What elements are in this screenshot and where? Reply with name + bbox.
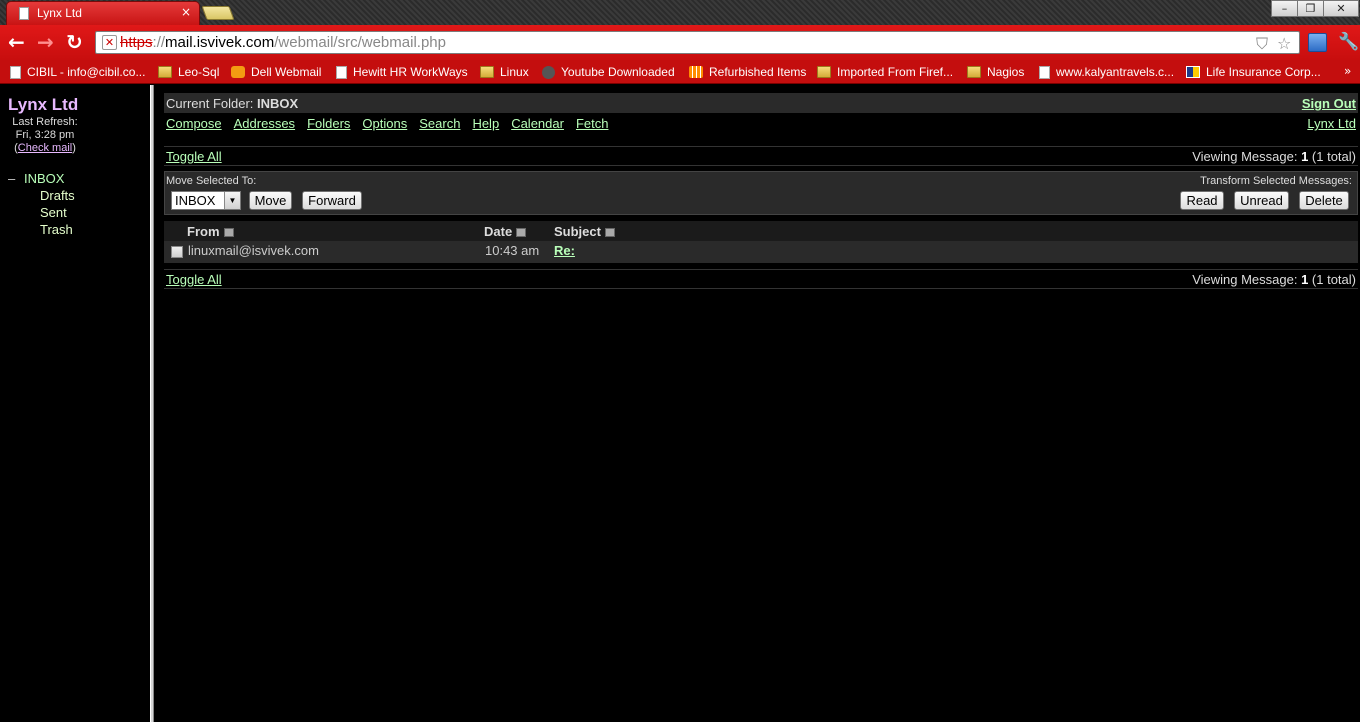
wrench-menu-icon[interactable]: 🔧 — [1338, 32, 1359, 52]
star-icon[interactable]: ☆ — [1277, 34, 1291, 53]
transform-selected-label: Transform Selected Messages: — [1200, 175, 1352, 187]
sign-out-link[interactable]: Sign Out — [1302, 96, 1356, 111]
org-link[interactable]: Lynx Ltd — [1307, 116, 1356, 131]
toggle-all-link[interactable]: Toggle All — [166, 272, 222, 287]
message-from: linuxmail@isvivek.com — [188, 243, 319, 258]
folder-icon — [480, 66, 494, 78]
menu-calendar[interactable]: Calendar — [511, 116, 564, 131]
address-bar[interactable]: ✕ https://mail.isvivek.com/webmail/src/w… — [95, 31, 1300, 54]
bookmark-item[interactable]: Hewitt HR WorkWays — [336, 63, 468, 81]
delete-button[interactable]: Delete — [1299, 191, 1349, 210]
collapse-toggle[interactable]: – — [8, 171, 24, 186]
menu-fetch[interactable]: Fetch — [576, 116, 609, 131]
move-button[interactable]: Move — [249, 191, 292, 210]
bookmark-item[interactable]: Youtube Downloaded — [542, 63, 675, 81]
viewing-message-info: Viewing Message: 1 (1 total) — [1192, 272, 1356, 287]
browser-tab[interactable]: Lynx Ltd × — [6, 1, 200, 25]
bookmark-item[interactable]: Imported From Firef... — [817, 63, 953, 81]
folder-item-trash[interactable]: Trash — [8, 222, 75, 239]
menu-addresses[interactable]: Addresses — [234, 116, 295, 131]
page-icon — [19, 7, 29, 20]
action-bar: Move Selected To: Transform Selected Mes… — [164, 171, 1358, 215]
bookmarks-bar: CIBIL - info@cibil.co... Leo-Sql Dell We… — [0, 60, 1360, 84]
folder-item-sent[interactable]: Sent — [8, 205, 75, 222]
insecure-lock-icon[interactable]: ✕ — [102, 35, 117, 50]
frame-divider[interactable] — [150, 85, 154, 722]
menu-options[interactable]: Options — [362, 116, 407, 131]
forward-arrow-icon[interactable]: → — [37, 31, 54, 53]
bookmark-item[interactable]: Leo-Sql — [158, 63, 219, 81]
bookmark-item[interactable]: Dell Webmail — [231, 63, 321, 81]
check-mail-link[interactable]: Check mail — [18, 142, 72, 154]
browser-toolbar: ← → ↻ ✕ https://mail.isvivek.com/webmail… — [0, 25, 1360, 60]
org-name: Lynx Ltd — [8, 95, 79, 114]
message-table: From Date Subject linuxmail@isvivek.com … — [164, 221, 1358, 263]
last-refresh-time: Fri, 3:28 pm — [15, 129, 75, 141]
bookmark-item[interactable]: CIBIL - info@cibil.co... — [10, 63, 145, 81]
left-folder-pane: Lynx Ltd Last Refresh: Fri, 3:28 pm (Che… — [0, 85, 150, 722]
bookmarks-overflow-icon[interactable]: » — [1344, 64, 1351, 78]
new-tab-button[interactable] — [201, 6, 235, 20]
move-selected-label: Move Selected To: — [166, 175, 257, 187]
bookmark-item[interactable]: Refurbished Items — [689, 63, 806, 81]
bookmark-item[interactable]: www.kalyantravels.c... — [1039, 63, 1174, 81]
folder-icon — [817, 66, 831, 78]
last-refresh-label: Last Refresh: — [12, 116, 78, 128]
main-menu: Compose Addresses Folders Options Search… — [164, 115, 1358, 135]
column-from[interactable]: From — [187, 224, 234, 239]
menu-folders[interactable]: Folders — [307, 116, 350, 131]
close-window-button[interactable]: ✕ — [1323, 0, 1359, 17]
read-button[interactable]: Read — [1180, 191, 1224, 210]
tab-title: Lynx Ltd — [37, 6, 82, 20]
sort-icon[interactable] — [604, 228, 615, 238]
reload-icon[interactable]: ↻ — [66, 31, 83, 53]
extension-speaker-icon[interactable] — [1308, 33, 1327, 52]
folder-item-drafts[interactable]: Drafts — [8, 188, 75, 205]
viewing-message-info: Viewing Message: 1 (1 total) — [1192, 149, 1356, 164]
page-icon — [336, 65, 347, 79]
folder-tree: – INBOX Drafts Sent Trash — [8, 171, 75, 239]
message-checkbox[interactable] — [171, 246, 183, 258]
page-icon — [1039, 65, 1050, 79]
unread-button[interactable]: Unread — [1234, 191, 1289, 210]
menu-search[interactable]: Search — [419, 116, 460, 131]
back-arrow-icon[interactable]: ← — [8, 31, 25, 53]
url-text: https://mail.isvivek.com/webmail/src/web… — [120, 34, 446, 51]
check-mail-row: (Check mail) — [14, 142, 76, 154]
move-folder-select[interactable]: INBOX ▼ — [171, 191, 241, 210]
toggle-all-link[interactable]: Toggle All — [166, 149, 222, 164]
toggle-bar-bottom: Toggle All Viewing Message: 1 (1 total) — [164, 269, 1358, 289]
lic-icon — [1186, 66, 1200, 78]
message-subject-link[interactable]: Re: — [554, 243, 575, 258]
bookmark-item[interactable]: Linux — [480, 63, 529, 81]
sort-icon[interactable] — [516, 228, 527, 238]
window-titlebar: Lynx Ltd × – ❐ ✕ — [0, 0, 1360, 25]
toggle-bar-top: Toggle All Viewing Message: 1 (1 total) — [164, 146, 1358, 166]
bookmark-item[interactable]: Nagios — [967, 63, 1024, 81]
folder-icon — [158, 66, 172, 78]
dell-icon — [231, 66, 245, 78]
folder-item-inbox[interactable]: – INBOX — [8, 171, 75, 188]
shield-icon[interactable]: ⛉ — [1256, 34, 1268, 54]
current-folder: Current Folder: INBOX — [166, 96, 299, 111]
bookmark-item[interactable]: Life Insurance Corp... — [1186, 63, 1321, 81]
column-date[interactable]: Date — [484, 224, 527, 239]
chevron-down-icon[interactable]: ▼ — [224, 192, 240, 209]
column-subject[interactable]: Subject — [554, 224, 615, 239]
close-tab-icon[interactable]: × — [181, 5, 191, 19]
youtube-icon — [542, 65, 555, 79]
current-folder-bar: Current Folder: INBOX Sign Out — [164, 93, 1358, 113]
sort-icon[interactable] — [223, 228, 234, 238]
page-icon — [10, 65, 21, 79]
menu-compose[interactable]: Compose — [166, 116, 222, 131]
folder-icon — [967, 66, 981, 78]
menu-help[interactable]: Help — [472, 116, 499, 131]
forward-button[interactable]: Forward — [302, 191, 362, 210]
minimize-button[interactable]: – — [1271, 0, 1298, 17]
table-row[interactable]: linuxmail@isvivek.com 10:43 am Re: — [164, 241, 1358, 263]
restore-button[interactable]: ❐ — [1297, 0, 1324, 17]
message-date: 10:43 am — [485, 243, 540, 258]
refurb-icon — [689, 66, 703, 78]
